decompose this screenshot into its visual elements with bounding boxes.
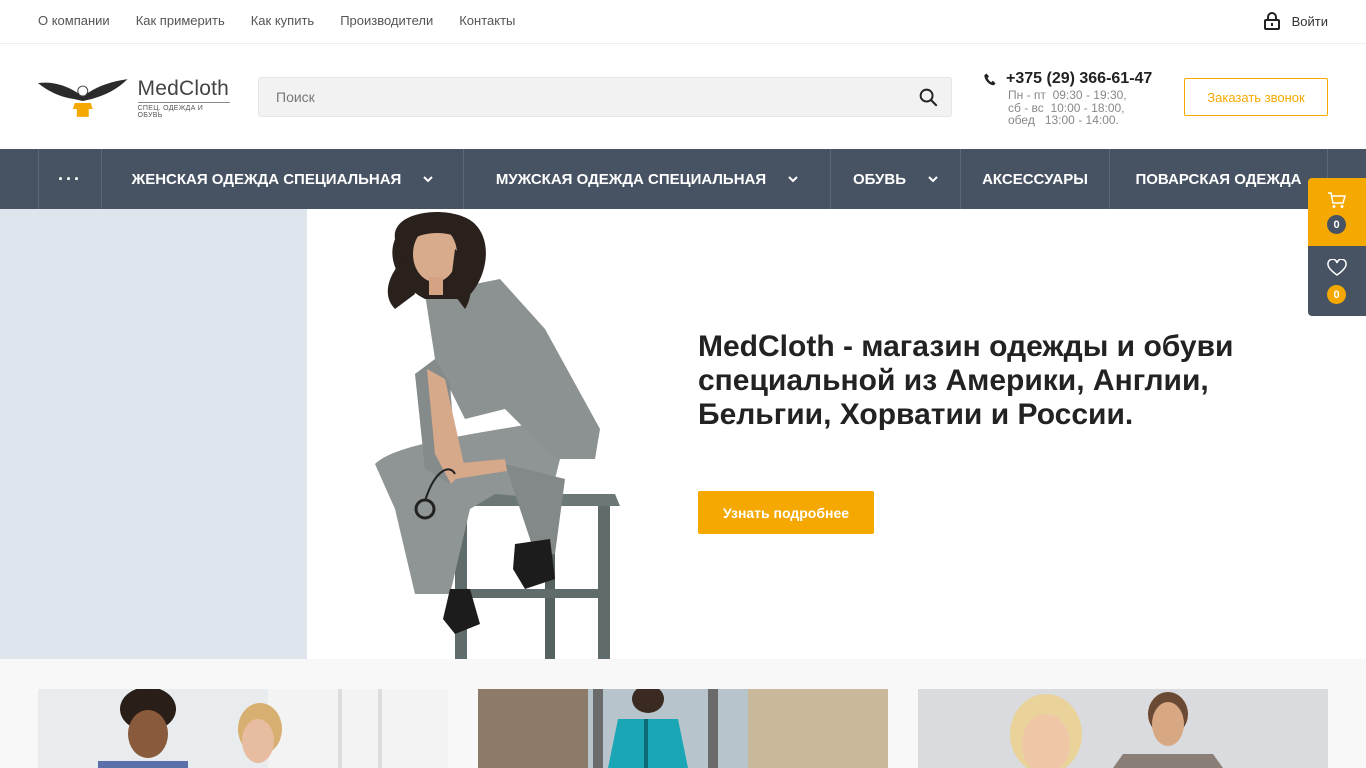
top-link-contacts[interactable]: Контакты <box>459 13 515 29</box>
category-banner-image <box>478 689 888 768</box>
login-link[interactable]: Войти <box>1263 12 1328 30</box>
working-hours: Пн - пт 09:30 - 19:30, сб - вс 10:00 - 1… <box>1008 89 1164 127</box>
nav-item-men[interactable]: Мужская одежда специальная <box>464 149 831 209</box>
top-link-about[interactable]: О компании <box>38 13 110 29</box>
category-banner-image <box>918 689 1328 768</box>
cart-icon <box>1328 192 1346 208</box>
hours-weekdays: Пн - пт 09:30 - 19:30, <box>1008 88 1127 102</box>
nav-item-accessories[interactable]: Аксессуары <box>961 149 1110 209</box>
nav-item-chef[interactable]: Поварская одежда <box>1110 149 1328 209</box>
side-favorites-button[interactable]: 0 <box>1308 246 1366 316</box>
nav-item-label: Мужская одежда специальная <box>495 170 767 188</box>
top-link-how-to-buy[interactable]: Как купить <box>251 13 314 29</box>
nav-item-label: Обувь <box>852 170 907 188</box>
callback-button[interactable]: Заказать звонок <box>1184 78 1328 116</box>
phone-icon <box>984 73 996 85</box>
top-links: О компании Как примерить Как купить Прои… <box>38 13 541 29</box>
side-cart-button[interactable]: 0 <box>1308 178 1366 246</box>
category-banner-image <box>38 689 448 768</box>
chevron-down-icon <box>788 175 798 182</box>
chevron-down-icon <box>928 175 938 182</box>
hours-lunch: обед 13:00 - 14:00. <box>1008 113 1119 127</box>
nav-item-shoes[interactable]: Обувь <box>831 149 961 209</box>
top-link-fitting[interactable]: Как примерить <box>136 13 225 29</box>
favorites-count-badge: 0 <box>1327 285 1346 304</box>
top-link-manufacturers[interactable]: Производители <box>340 13 433 29</box>
phone-text: +375 (29) 366-61-47 <box>1006 70 1153 87</box>
category-banner-1[interactable] <box>38 689 448 768</box>
hero-left-panel <box>0 209 307 659</box>
eagle-logo-icon <box>38 79 128 117</box>
nav-item-label: Поварская одежда <box>1135 170 1302 188</box>
search-icon[interactable] <box>919 88 938 107</box>
logo-subtitle: СПЕЦ. ОДЕЖДА И ОБУВЬ <box>137 104 204 119</box>
search-input[interactable] <box>259 78 899 116</box>
chevron-down-icon <box>423 175 434 182</box>
nav-item-label: Аксессуары <box>982 170 1088 188</box>
cart-count-badge: 0 <box>1327 215 1346 234</box>
learn-more-button[interactable]: Узнать подробнее <box>698 491 874 534</box>
login-label: Войти <box>1291 13 1328 29</box>
lock-icon <box>1263 12 1280 30</box>
nav-item-women[interactable]: Женская одежда специальная <box>102 149 464 209</box>
header: MedCloth СПЕЦ. ОДЕЖДА И ОБУВЬ +375 (29) … <box>0 45 1366 149</box>
search-bar <box>258 77 952 117</box>
top-bar: О компании Как примерить Как купить Прои… <box>0 0 1366 44</box>
phone-number[interactable]: +375 (29) 366-61-47 <box>984 70 1164 88</box>
category-banner-2[interactable] <box>478 689 888 768</box>
logo-title: MedCloth <box>137 77 230 103</box>
contact-block: +375 (29) 366-61-47 Пн - пт 09:30 - 19:3… <box>984 70 1164 127</box>
category-banner-3[interactable] <box>918 689 1328 768</box>
hero-title: MedCloth - магазин одежды и обуви специа… <box>698 330 1234 431</box>
nav-more-button[interactable]: ··· <box>39 149 102 209</box>
heart-icon <box>1327 259 1347 276</box>
nav-item-label: Женская одежда специальная <box>131 170 402 188</box>
main-nav: ··· Женская одежда специальная Мужская о… <box>0 149 1366 209</box>
hero-model-image <box>375 212 620 659</box>
logo[interactable]: MedCloth СПЕЦ. ОДЕЖДА И ОБУВЬ <box>38 73 230 123</box>
